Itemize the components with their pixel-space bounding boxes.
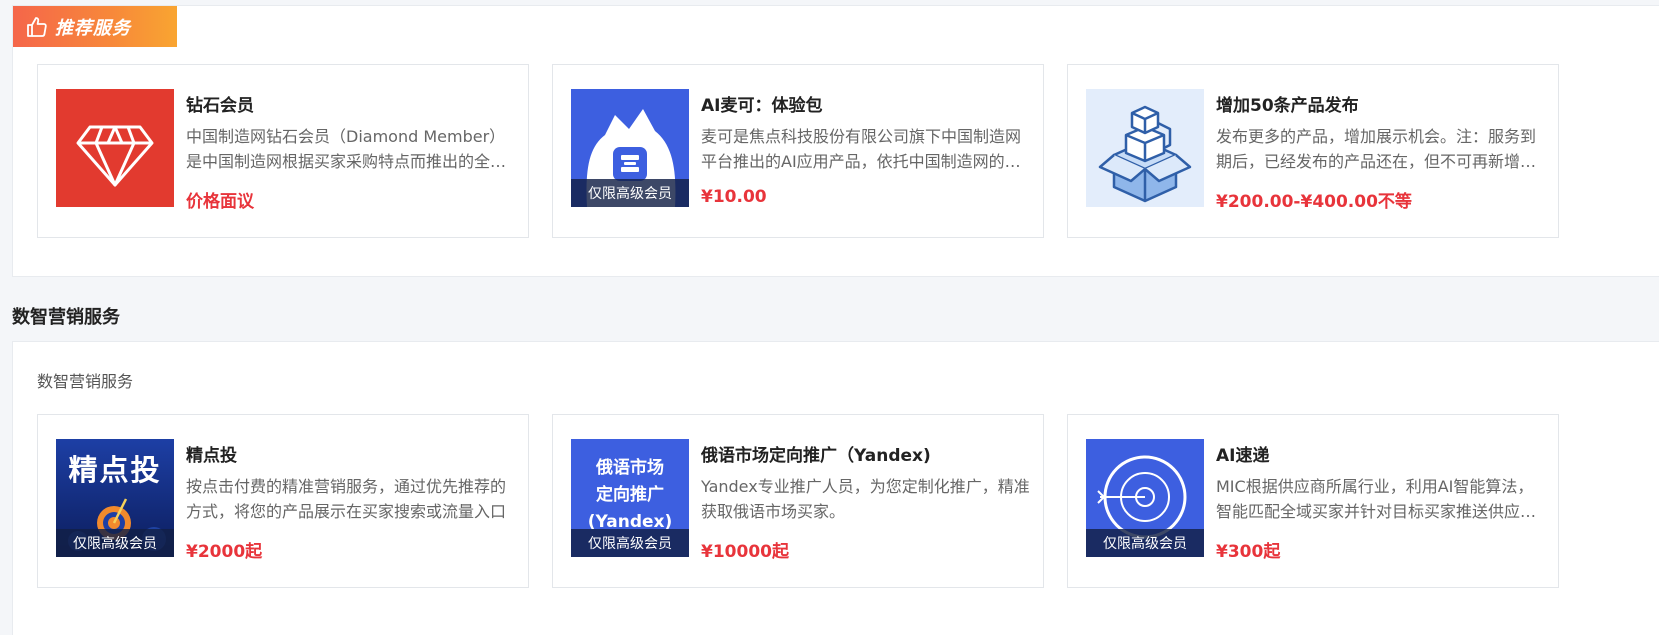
service-image[interactable]: 精点投 仅限高级会员 (56, 439, 174, 557)
boxes-icon (1086, 89, 1204, 207)
marketing-services-panel: 数智营销服务 精点投 仅限高级会员 精点投 按点击付费的精准营销服务，通过优先推… (12, 341, 1659, 635)
recommended-services-panel: 推荐服务 钻石会员 中国制造网钻石会员（Diamond Member）是中国制造… (12, 5, 1659, 277)
thumbs-up-icon (27, 16, 47, 37)
service-price: ¥300起 (1216, 542, 1281, 562)
service-price: ¥2000起 (186, 542, 263, 562)
service-title[interactable]: 精点投 (186, 441, 237, 466)
service-description: MIC根据供应商所属行业，利用AI智能算法，智能匹配全域买家并针对目标买家推送供… (1216, 477, 1537, 521)
service-card-product-publish[interactable]: 增加50条产品发布 发布更多的产品，增加展示机会。注：服务到期后，已经发布的产品… (1067, 64, 1559, 238)
service-price: ¥10.00 (701, 187, 767, 207)
service-price: ¥10000起 (701, 542, 789, 562)
recommended-badge-label: 推荐服务 (55, 17, 131, 39)
service-title[interactable]: 钻石会员 (186, 91, 254, 116)
service-description: 麦可是焦点科技股份有限公司旗下中国制造网平台推出的AI应用产品，依托中国制造网的… (701, 127, 1022, 171)
service-card-ai-mike[interactable]: 仅限高级会员 AI麦可：体验包 麦可是焦点科技股份有限公司旗下中国制造网平台推出… (552, 64, 1044, 238)
service-description: 按点击付费的精准营销服务，通过优先推荐的方式，将您的产品展示在买家搜索或流量入口 (186, 477, 507, 521)
section-title-marketing: 数智营销服务 (12, 307, 120, 328)
service-image[interactable] (1086, 89, 1204, 207)
recommended-badge: 推荐服务 (13, 6, 177, 47)
service-card-diamond[interactable]: 钻石会员 中国制造网钻石会员（Diamond Member）是中国制造网根据买家… (37, 64, 529, 238)
service-image[interactable]: 仅限高级会员 (1086, 439, 1204, 557)
image-caption-line: 定向推广 (596, 485, 664, 505)
vip-only-tag: 仅限高级会员 (1086, 529, 1204, 557)
image-caption: 精点投 (68, 453, 162, 487)
vip-only-tag: 仅限高级会员 (571, 529, 689, 557)
service-title[interactable]: AI速递 (1216, 441, 1269, 466)
diamond-icon (56, 89, 174, 207)
service-card-ai-express[interactable]: 仅限高级会员 AI速递 MIC根据供应商所属行业，利用AI智能算法，智能匹配全域… (1067, 414, 1559, 588)
service-description: 发布更多的产品，增加展示机会。注：服务到期后，已经发布的产品还在，但不可再新增发… (1216, 127, 1537, 171)
service-card-precision-ads[interactable]: 精点投 仅限高级会员 精点投 按点击付费的精准营销服务，通过优先推荐的方式，将您… (37, 414, 529, 588)
service-image[interactable] (56, 89, 174, 207)
service-title[interactable]: 俄语市场定向推广（Yandex) (701, 441, 931, 466)
service-price: 价格面议 (186, 192, 254, 212)
vip-only-tag: 仅限高级会员 (571, 179, 689, 207)
service-title[interactable]: AI麦可：体验包 (701, 91, 822, 116)
marketing-subtitle: 数智营销服务 (37, 372, 134, 391)
service-image[interactable]: 俄语市场 定向推广 (Yandex) 仅限高级会员 (571, 439, 689, 557)
service-price: ¥200.00-¥400.00不等 (1216, 192, 1412, 212)
service-image[interactable]: 仅限高级会员 (571, 89, 689, 207)
vip-only-tag: 仅限高级会员 (56, 529, 174, 557)
service-description: 中国制造网钻石会员（Diamond Member）是中国制造网根据买家采购特点而… (186, 127, 507, 171)
image-caption-line: 俄语市场 (596, 458, 664, 478)
service-card-yandex[interactable]: 俄语市场 定向推广 (Yandex) 仅限高级会员 俄语市场定向推广（Yande… (552, 414, 1044, 588)
service-description: Yandex专业推广人员，为您定制化推广，精准获取俄语市场买家。 (701, 477, 1030, 521)
image-caption: 俄语市场 定向推广 (Yandex) (571, 455, 689, 536)
service-title[interactable]: 增加50条产品发布 (1216, 91, 1359, 116)
